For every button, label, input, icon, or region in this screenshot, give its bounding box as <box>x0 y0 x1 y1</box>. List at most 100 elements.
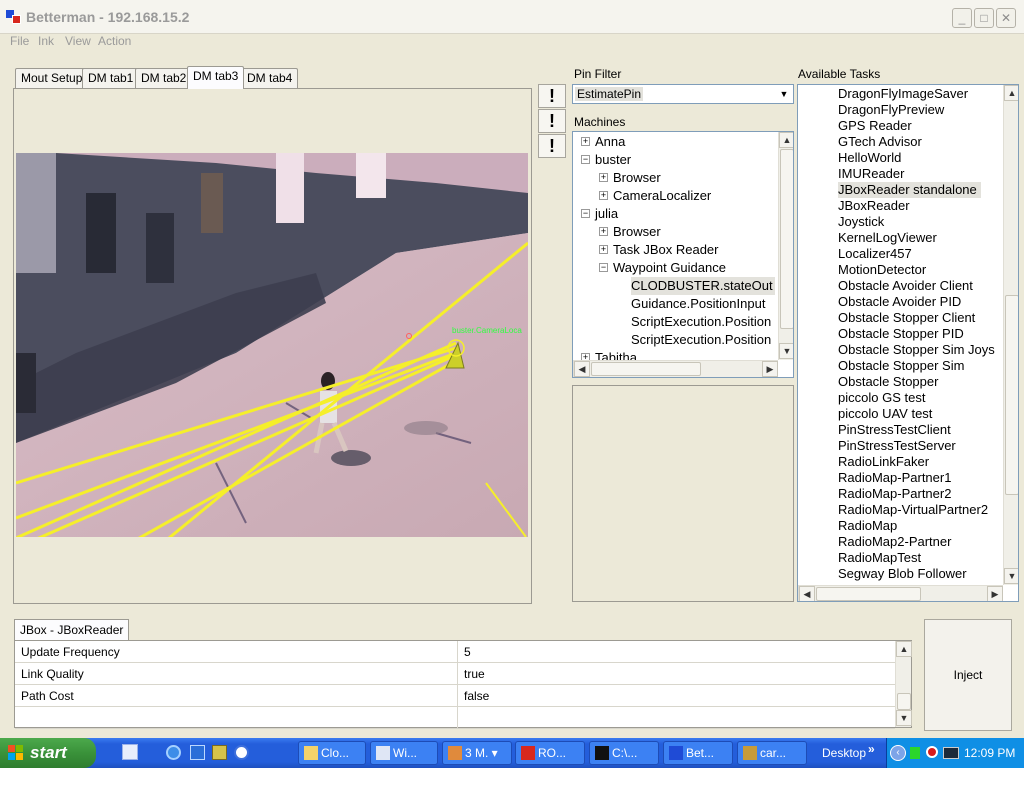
taskbar-clock[interactable]: 12:09 PM <box>964 746 1015 760</box>
task-list-item[interactable]: IMUReader <box>838 166 904 182</box>
collapse-icon[interactable]: − <box>599 263 608 272</box>
scroll-down-icon[interactable]: ▼ <box>1004 568 1018 584</box>
tab-jbox-jboxreader[interactable]: JBox - JBoxReader <box>14 619 130 640</box>
camera-view[interactable]: buster.CameraLoca <box>16 153 528 537</box>
task-list-item[interactable]: PinStressTestClient <box>838 422 951 438</box>
taskbar-button-messenger[interactable]: 3 M. ▾ <box>442 741 512 765</box>
task-list-item[interactable]: RadioMap <box>838 518 897 534</box>
tray-display-icon[interactable] <box>943 747 959 759</box>
task-list-item[interactable]: RadioMapTest <box>838 550 921 566</box>
expand-icon[interactable]: + <box>581 137 590 146</box>
grid-vertical-scrollbar[interactable]: ▲ ▼ <box>895 641 912 727</box>
task-list-item[interactable]: HelloWorld <box>838 150 901 166</box>
task-list-item[interactable]: RadioMap-VirtualPartner2 <box>838 502 988 518</box>
exclamation-button-2[interactable]: ! <box>538 109 566 133</box>
inject-button[interactable]: Inject <box>924 619 1012 731</box>
quicklaunch-media-icon[interactable] <box>212 745 227 760</box>
scroll-down-icon[interactable]: ▼ <box>779 343 793 359</box>
scroll-left-icon[interactable]: ◀ <box>574 361 590 377</box>
scroll-down-icon[interactable]: ▼ <box>896 710 912 726</box>
desktop-toolbar-label[interactable]: Desktop <box>822 746 866 760</box>
taskbar-button-windows[interactable]: Wi... <box>370 741 438 765</box>
collapse-icon[interactable]: − <box>581 209 590 218</box>
menu-view[interactable]: View <box>65 34 91 48</box>
tab-dm-tab2[interactable]: DM tab2 <box>135 68 193 88</box>
task-list-item[interactable]: RadioMap2-Partner <box>838 534 951 550</box>
task-list-item[interactable]: piccolo UAV test <box>838 406 932 422</box>
machines-tree[interactable]: + Anna − buster + Browser + CameraLocalizer − jul… <box>572 131 794 378</box>
machines-horizontal-scrollbar[interactable]: ◀ ▶ <box>573 360 778 377</box>
taskbar-button-folder[interactable]: Clo... <box>298 741 366 765</box>
task-list-item[interactable]: piccolo GS test <box>838 390 925 406</box>
scroll-up-icon[interactable]: ▲ <box>779 132 793 148</box>
tab-dm-tab1[interactable]: DM tab1 <box>82 68 140 88</box>
taskbar-button-cmd[interactable]: C:\... <box>589 741 659 765</box>
task-list-item[interactable]: Obstacle Stopper Client <box>838 310 975 326</box>
tab-dm-tab3[interactable]: DM tab3 <box>187 66 245 89</box>
expand-icon[interactable]: + <box>599 191 608 200</box>
scroll-left-icon[interactable]: ◀ <box>799 586 815 601</box>
quicklaunch-info-icon[interactable] <box>234 745 249 760</box>
tray-security-icon[interactable] <box>926 746 938 758</box>
task-list-item[interactable]: MotionDetector <box>838 262 926 278</box>
task-list-item[interactable]: RadioMap-Partner2 <box>838 486 951 502</box>
task-list-item[interactable]: RadioLinkFaker <box>838 454 929 470</box>
machines-vertical-scrollbar[interactable]: ▲ ▼ <box>778 132 793 360</box>
tab-dm-tab4[interactable]: DM tab4 <box>241 68 299 88</box>
property-grid[interactable]: Update Frequency 5 Link Quality true Path Co… <box>14 640 912 729</box>
task-list-item[interactable]: PinStressTestServer <box>838 438 956 454</box>
scroll-thumb[interactable] <box>816 587 921 601</box>
dropdown-arrow-icon[interactable]: ▼ <box>776 86 792 102</box>
menu-ink[interactable]: Ink <box>38 34 54 48</box>
scroll-thumb[interactable] <box>780 149 793 329</box>
task-list-item[interactable]: RadioMap-Partner1 <box>838 470 951 486</box>
menu-file[interactable]: File <box>10 34 29 48</box>
scroll-thumb[interactable] <box>1005 295 1018 495</box>
close-button[interactable]: ✕ <box>996 8 1016 28</box>
expand-icon[interactable]: + <box>599 227 608 236</box>
pin-filter-select[interactable]: EstimatePin ▼ <box>572 84 794 104</box>
tasks-vertical-scrollbar[interactable]: ▲ ▼ <box>1003 85 1018 585</box>
collapse-icon[interactable]: − <box>581 155 590 164</box>
taskbar-button-car[interactable]: car... <box>737 741 807 765</box>
expand-icon[interactable]: + <box>599 245 608 254</box>
minimize-button[interactable]: _ <box>952 8 972 28</box>
expand-icon[interactable]: + <box>599 173 608 182</box>
quicklaunch-desktop-icon[interactable] <box>122 744 138 760</box>
task-list-item[interactable]: DragonFlyPreview <box>838 102 944 118</box>
task-list-item[interactable]: Obstacle Stopper Sim Joys <box>838 342 995 358</box>
task-list-item[interactable]: Obstacle Avoider PID <box>838 294 961 310</box>
start-button[interactable]: start <box>0 738 96 768</box>
scroll-up-icon[interactable]: ▲ <box>1004 85 1018 101</box>
tab-mout-setup[interactable]: Mout Setup <box>15 68 89 88</box>
scroll-thumb[interactable] <box>591 362 701 376</box>
task-list-item[interactable]: Localizer457 <box>838 246 912 262</box>
scroll-thumb[interactable] <box>897 693 911 710</box>
scroll-right-icon[interactable]: ▶ <box>987 586 1003 601</box>
tasks-horizontal-scrollbar[interactable]: ◀ ▶ <box>798 585 1003 601</box>
taskbar-button-betterman[interactable]: Bet... <box>663 741 733 765</box>
taskbar-button-ro[interactable]: RO... <box>515 741 585 765</box>
scroll-up-icon[interactable]: ▲ <box>896 641 912 657</box>
task-list-item[interactable]: Joystick <box>838 214 884 230</box>
task-list-item[interactable]: GPS Reader <box>838 118 912 134</box>
task-list-item[interactable]: KernelLogViewer <box>838 230 937 246</box>
ie-icon[interactable] <box>166 745 181 760</box>
scroll-right-icon[interactable]: ▶ <box>762 361 778 377</box>
task-list-item[interactable]: Obstacle Stopper PID <box>838 326 964 342</box>
chevron-right-icon[interactable]: » <box>868 742 875 756</box>
tray-status-icon[interactable] <box>910 747 920 759</box>
property-value[interactable]: 5 <box>458 641 895 663</box>
task-list-item[interactable]: Segway Blob Follower <box>838 566 967 582</box>
task-list-item[interactable]: GTech Advisor <box>838 134 922 150</box>
task-list-item[interactable]: Obstacle Stopper <box>838 374 938 390</box>
tray-collapse-icon[interactable]: ‹ <box>890 745 906 761</box>
available-tasks-list[interactable]: DragonFlyImageSaver DragonFlyPreview GPS R… <box>797 84 1019 602</box>
task-list-item[interactable]: Obstacle Avoider Client <box>838 278 973 294</box>
task-list-item[interactable]: Obstacle Stopper Sim <box>838 358 964 374</box>
menu-action[interactable]: Action <box>98 34 131 48</box>
task-list-item[interactable]: JBoxReader standalone <box>838 182 981 198</box>
task-list-item[interactable]: DragonFlyImageSaver <box>838 86 968 102</box>
property-value[interactable]: true <box>458 663 895 685</box>
property-value[interactable] <box>458 707 895 729</box>
